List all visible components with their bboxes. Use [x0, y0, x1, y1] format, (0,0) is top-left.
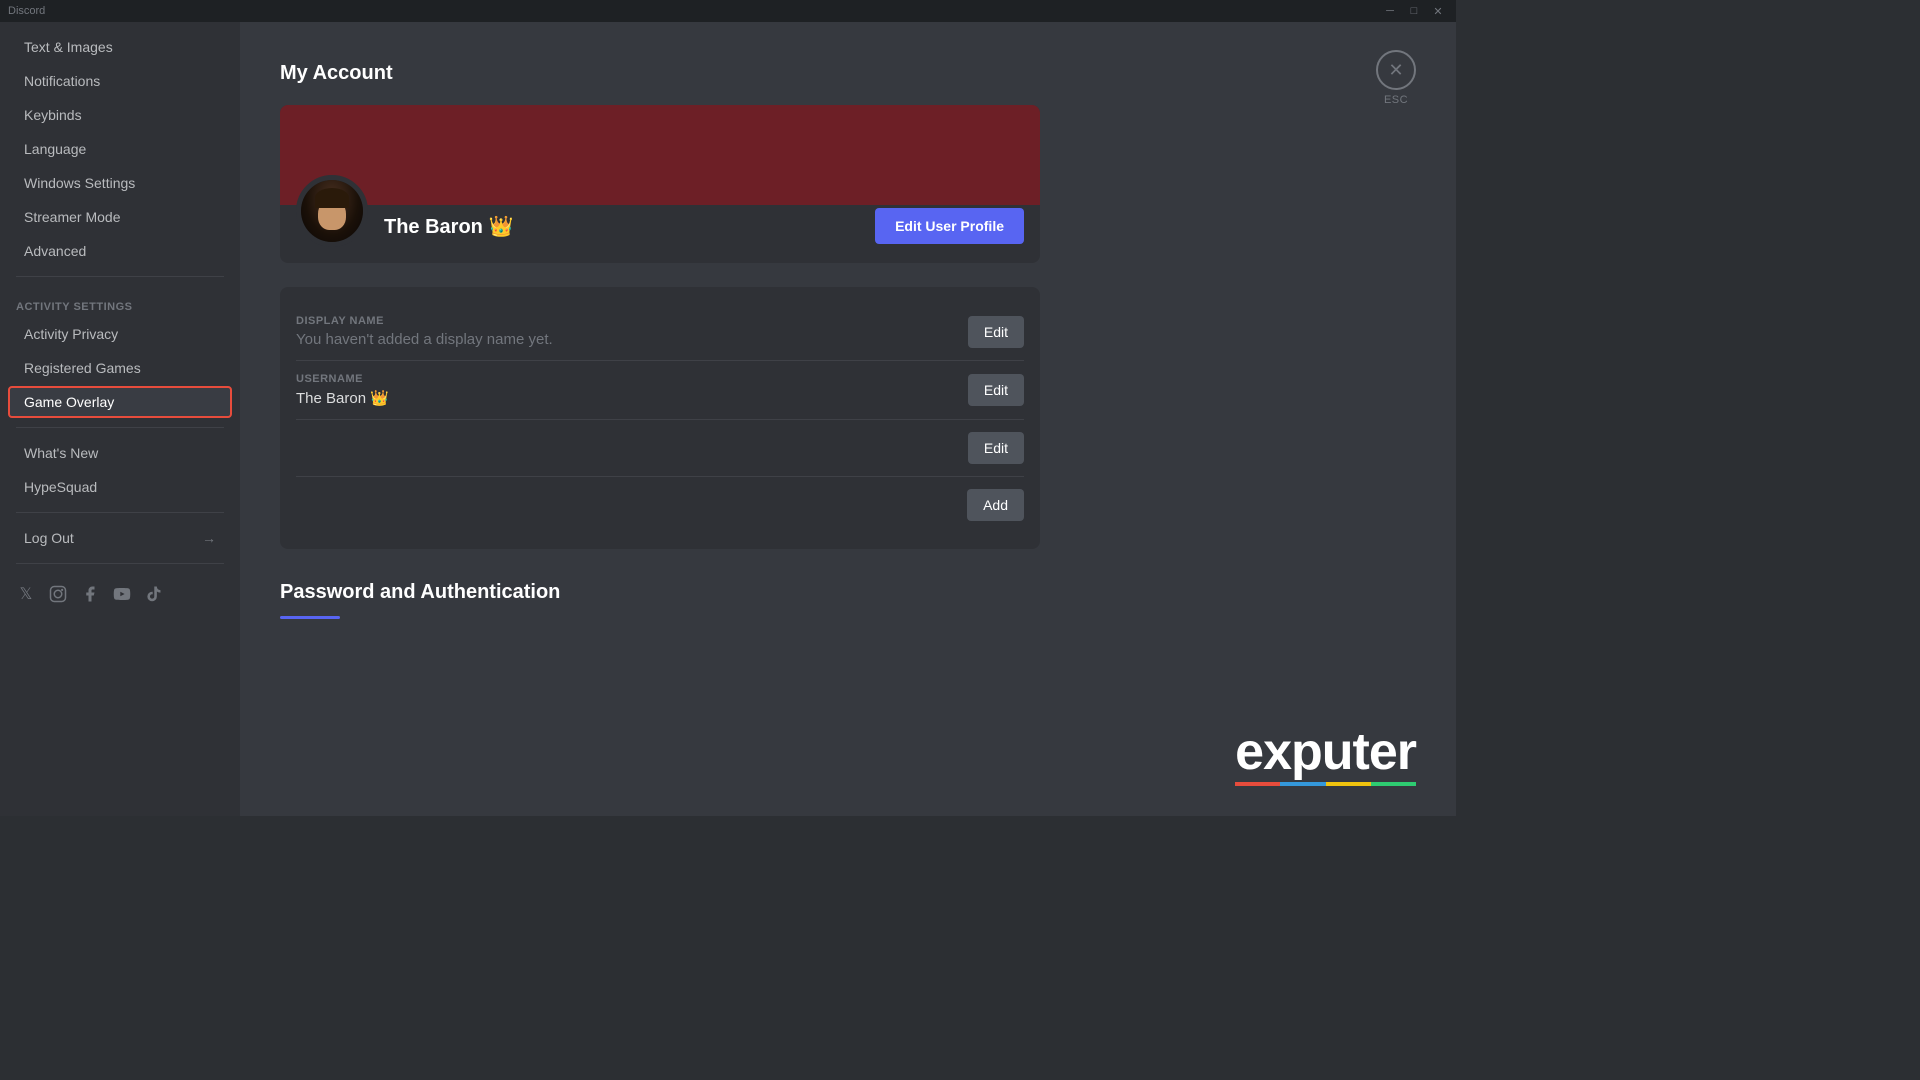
sidebar-item-registered-games[interactable]: Registered Games	[8, 352, 232, 384]
extra-field-row-2: Add	[296, 477, 1024, 533]
main-content: ✕ ESC My Account The Baron 👑 Edit User P…	[240, 22, 1456, 816]
sidebar: Text & Images Notifications Keybinds Lan…	[0, 22, 240, 816]
username-left: USERNAME The Baron 👑	[296, 373, 389, 407]
password-section-title: Password and Authentication	[280, 581, 1416, 604]
sidebar-divider-1	[16, 276, 224, 277]
titlebar: Discord ─ □ ✕	[0, 0, 1456, 22]
tiktok-icon[interactable]	[144, 584, 164, 604]
sidebar-item-text-images[interactable]: Text & Images	[8, 31, 232, 63]
social-icons: 𝕏	[0, 576, 240, 612]
username-edit-button[interactable]: Edit	[968, 374, 1024, 406]
sidebar-item-activity-privacy[interactable]: Activity Privacy	[8, 318, 232, 350]
logout-button[interactable]: Log Out →	[8, 522, 232, 554]
sidebar-item-whats-new[interactable]: What's New	[8, 437, 232, 469]
wbar-green	[1371, 782, 1416, 786]
section-bar	[280, 616, 340, 619]
profile-left: The Baron 👑	[296, 175, 513, 247]
password-section: Password and Authentication	[280, 581, 1416, 619]
profile-card: The Baron 👑 Edit User Profile	[280, 105, 1040, 263]
esc-circle[interactable]: ✕	[1376, 50, 1416, 90]
logout-icon: →	[202, 530, 216, 546]
display-name-value: You haven't added a display name yet.	[296, 331, 553, 348]
sidebar-item-hypesquad[interactable]: HypeSquad	[8, 471, 232, 503]
display-name-field-row: DISPLAY NAME You haven't added a display…	[296, 303, 1024, 361]
page-title: My Account	[280, 62, 1416, 85]
sidebar-item-notifications[interactable]: Notifications	[8, 65, 232, 97]
sidebar-item-language[interactable]: Language	[8, 133, 232, 165]
facebook-icon[interactable]	[80, 584, 100, 604]
wbar-blue	[1280, 782, 1325, 786]
sidebar-item-windows-settings[interactable]: Windows Settings	[8, 167, 232, 199]
sidebar-item-game-overlay[interactable]: Game Overlay	[8, 386, 232, 418]
twitter-icon[interactable]: 𝕏	[16, 584, 36, 604]
close-button[interactable]: ✕	[1428, 4, 1448, 18]
wbar-yellow	[1326, 782, 1371, 786]
sidebar-divider-3	[16, 512, 224, 513]
activity-section-label: Activity Settings	[0, 285, 240, 317]
edit-user-profile-button[interactable]: Edit User Profile	[875, 208, 1024, 244]
display-name-label: DISPLAY NAME	[296, 315, 553, 327]
profile-username: The Baron 👑	[384, 214, 513, 239]
watermark-text: exputer	[1235, 726, 1416, 778]
avatar-portrait	[301, 180, 363, 242]
add-button[interactable]: Add	[967, 489, 1024, 521]
esc-button[interactable]: ✕ ESC	[1376, 50, 1416, 106]
sidebar-item-streamer-mode[interactable]: Streamer Mode	[8, 201, 232, 233]
minimize-button[interactable]: ─	[1380, 4, 1400, 18]
watermark-bar	[1235, 782, 1416, 786]
youtube-icon[interactable]	[112, 584, 132, 604]
sidebar-item-keybinds[interactable]: Keybinds	[8, 99, 232, 131]
maximize-button[interactable]: □	[1404, 4, 1424, 18]
username-field-row: USERNAME The Baron 👑 Edit	[296, 361, 1024, 420]
profile-info-row: The Baron 👑 Edit User Profile	[280, 175, 1040, 263]
sidebar-divider-2	[16, 427, 224, 428]
app-body: Text & Images Notifications Keybinds Lan…	[0, 22, 1456, 816]
watermark: exputer	[1235, 726, 1416, 786]
display-name-left: DISPLAY NAME You haven't added a display…	[296, 315, 553, 348]
instagram-icon[interactable]	[48, 584, 68, 604]
username-value: The Baron 👑	[296, 389, 389, 407]
display-name-edit-button[interactable]: Edit	[968, 316, 1024, 348]
esc-label: ESC	[1384, 94, 1408, 106]
sidebar-divider-4	[16, 563, 224, 564]
username-label: USERNAME	[296, 373, 389, 385]
fields-card: DISPLAY NAME You haven't added a display…	[280, 287, 1040, 549]
avatar	[296, 175, 368, 247]
app-title: Discord	[8, 5, 45, 17]
wbar-red	[1235, 782, 1280, 786]
window-controls: ─ □ ✕	[1380, 4, 1448, 18]
close-icon: ✕	[1388, 60, 1403, 81]
extra-field-row-1: Edit	[296, 420, 1024, 477]
extra-edit-button-1[interactable]: Edit	[968, 432, 1024, 464]
sidebar-item-advanced[interactable]: Advanced	[8, 235, 232, 267]
